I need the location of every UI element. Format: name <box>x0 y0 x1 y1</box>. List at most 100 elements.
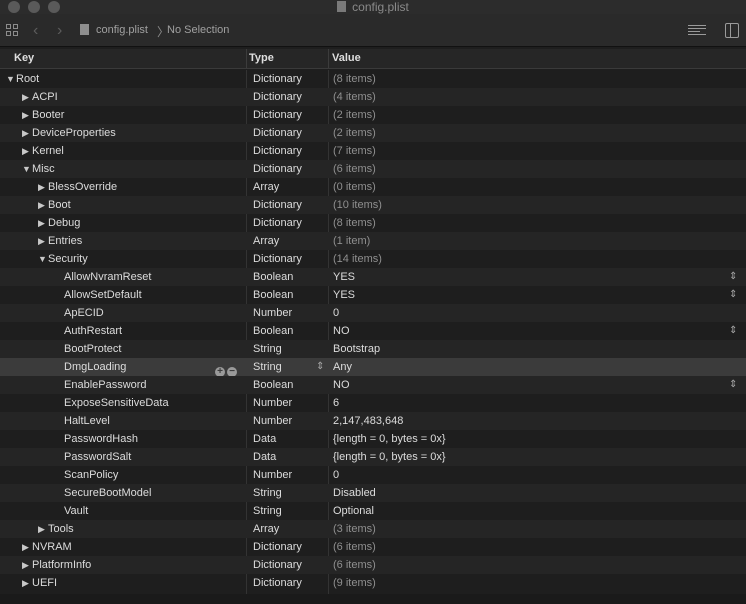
table-row[interactable]: PasswordSalt Data {length = 0, bytes = 0x} <box>0 448 746 466</box>
table-row[interactable]: ▶ UEFI Dictionary (9 items) <box>0 574 746 592</box>
type-column-header[interactable]: Type <box>249 52 274 64</box>
type-cell[interactable]: Dictionary <box>253 196 302 214</box>
key-cell[interactable]: BlessOverride <box>48 178 117 196</box>
key-cell[interactable]: DeviceProperties <box>32 124 116 142</box>
key-cell[interactable]: PlatformInfo <box>32 556 91 574</box>
key-column-header[interactable]: Key <box>14 52 34 64</box>
disclosure-open-icon[interactable]: ▼ <box>38 250 47 268</box>
table-row[interactable]: ▶ DeviceProperties Dictionary (2 items) <box>0 124 746 142</box>
key-cell[interactable]: Security <box>48 250 88 268</box>
table-row[interactable]: ▶ ACPI Dictionary (4 items) <box>0 88 746 106</box>
table-row[interactable]: ▼ Security Dictionary (14 items) <box>0 250 746 268</box>
key-cell[interactable]: BootProtect <box>64 340 121 358</box>
table-row[interactable]: ▼ Root Dictionary (8 items) <box>0 70 746 88</box>
key-cell[interactable]: HaltLevel <box>64 412 110 430</box>
key-cell[interactable]: SecureBootModel <box>64 484 151 502</box>
table-row[interactable]: ▶ Boot Dictionary (10 items) <box>0 196 746 214</box>
value-cell[interactable]: 0 <box>333 466 339 484</box>
type-cell[interactable]: Dictionary <box>253 106 302 124</box>
key-cell[interactable]: Booter <box>32 106 64 124</box>
type-cell[interactable]: Boolean <box>253 286 293 304</box>
key-cell[interactable]: Entries <box>48 232 82 250</box>
disclosure-open-icon[interactable]: ▼ <box>6 70 15 88</box>
key-cell[interactable]: Kernel <box>32 142 64 160</box>
table-row[interactable]: AllowSetDefault Boolean YES ⇕ <box>0 286 746 304</box>
value-stepper-icon[interactable]: ⇕ <box>729 322 737 340</box>
table-row[interactable]: ExposeSensitiveData Number 6 <box>0 394 746 412</box>
column-divider[interactable] <box>246 49 247 68</box>
table-row[interactable]: ▼ Misc Dictionary (6 items) <box>0 160 746 178</box>
key-cell[interactable]: Boot <box>48 196 71 214</box>
type-cell[interactable]: Number <box>253 412 292 430</box>
disclosure-closed-icon[interactable]: ▶ <box>22 556 29 574</box>
disclosure-closed-icon[interactable]: ▶ <box>38 178 45 196</box>
grid-view-icon[interactable] <box>6 24 18 36</box>
disclosure-closed-icon[interactable]: ▶ <box>22 88 29 106</box>
disclosure-open-icon[interactable]: ▼ <box>22 160 31 178</box>
value-cell[interactable]: {length = 0, bytes = 0x} <box>333 448 446 466</box>
value-cell[interactable]: NO <box>333 322 350 340</box>
table-row[interactable]: ▶ BlessOverride Array (0 items) <box>0 178 746 196</box>
disclosure-closed-icon[interactable]: ▶ <box>22 142 29 160</box>
key-cell[interactable]: UEFI <box>32 574 57 592</box>
breadcrumb-file[interactable]: config.plist <box>96 24 148 36</box>
key-cell[interactable]: Misc <box>32 160 55 178</box>
type-cell[interactable]: Dictionary <box>253 160 302 178</box>
type-cell[interactable]: String <box>253 502 282 520</box>
value-cell[interactable]: {length = 0, bytes = 0x} <box>333 430 446 448</box>
type-cell[interactable]: Dictionary <box>253 574 302 592</box>
key-cell[interactable]: PasswordHash <box>64 430 138 448</box>
key-cell[interactable]: ACPI <box>32 88 58 106</box>
type-cell[interactable]: String <box>253 358 282 376</box>
inspector-panel-icon[interactable] <box>725 23 739 38</box>
forward-icon[interactable]: › <box>57 22 62 40</box>
column-divider[interactable] <box>328 49 329 68</box>
key-cell[interactable]: EnablePassword <box>64 376 147 394</box>
value-cell[interactable]: 2,147,483,648 <box>333 412 403 430</box>
key-cell[interactable]: PasswordSalt <box>64 448 131 466</box>
type-cell[interactable]: Number <box>253 304 292 322</box>
table-row[interactable]: PasswordHash Data {length = 0, bytes = 0x} <box>0 430 746 448</box>
type-cell[interactable]: Boolean <box>253 268 293 286</box>
table-row[interactable]: ScanPolicy Number 0 <box>0 466 746 484</box>
disclosure-closed-icon[interactable]: ▶ <box>22 124 29 142</box>
breadcrumb-selection[interactable]: No Selection <box>167 24 229 36</box>
table-row[interactable]: HaltLevel Number 2,147,483,648 <box>0 412 746 430</box>
key-cell[interactable]: Root <box>16 70 39 88</box>
value-cell[interactable]: Optional <box>333 502 374 520</box>
disclosure-closed-icon[interactable]: ▶ <box>22 574 29 592</box>
table-row[interactable]: ▶ PlatformInfo Dictionary (6 items) <box>0 556 746 574</box>
value-stepper-icon[interactable]: ⇕ <box>729 286 737 304</box>
key-cell[interactable]: AllowSetDefault <box>64 286 142 304</box>
value-cell[interactable]: 0 <box>333 304 339 322</box>
table-row[interactable]: Vault String Optional <box>0 502 746 520</box>
type-cell[interactable]: Array <box>253 520 279 538</box>
table-row[interactable]: ▶ NVRAM Dictionary (6 items) <box>0 538 746 556</box>
list-icon[interactable] <box>688 25 706 35</box>
disclosure-closed-icon[interactable]: ▶ <box>38 196 45 214</box>
type-stepper-icon[interactable]: ⇕ <box>316 358 324 376</box>
value-stepper-icon[interactable]: ⇕ <box>729 376 737 394</box>
table-row[interactable]: ▶ Tools Array (3 items) <box>0 520 746 538</box>
table-row[interactable]: BootProtect String Bootstrap <box>0 340 746 358</box>
value-cell[interactable]: Disabled <box>333 484 376 502</box>
type-cell[interactable]: Dictionary <box>253 70 302 88</box>
table-row[interactable]: ▶ Kernel Dictionary (7 items) <box>0 142 746 160</box>
value-cell[interactable]: 6 <box>333 394 339 412</box>
type-cell[interactable]: Array <box>253 178 279 196</box>
disclosure-closed-icon[interactable]: ▶ <box>38 232 45 250</box>
table-row[interactable]: ▶ Debug Dictionary (8 items) <box>0 214 746 232</box>
disclosure-closed-icon[interactable]: ▶ <box>38 520 45 538</box>
table-row[interactable]: EnablePassword Boolean NO ⇕ <box>0 376 746 394</box>
value-stepper-icon[interactable]: ⇕ <box>729 268 737 286</box>
value-cell[interactable]: Bootstrap <box>333 340 380 358</box>
table-row[interactable]: AllowNvramReset Boolean YES ⇕ <box>0 268 746 286</box>
type-cell[interactable]: Dictionary <box>253 124 302 142</box>
type-cell[interactable]: Dictionary <box>253 214 302 232</box>
table-row[interactable]: ▶ Booter Dictionary (2 items) <box>0 106 746 124</box>
type-cell[interactable]: Boolean <box>253 322 293 340</box>
key-cell[interactable]: AuthRestart <box>64 322 122 340</box>
table-row[interactable]: DmgLoading + − ⇕ String Any <box>0 358 746 377</box>
disclosure-closed-icon[interactable]: ▶ <box>38 214 45 232</box>
key-cell[interactable]: Vault <box>64 502 88 520</box>
